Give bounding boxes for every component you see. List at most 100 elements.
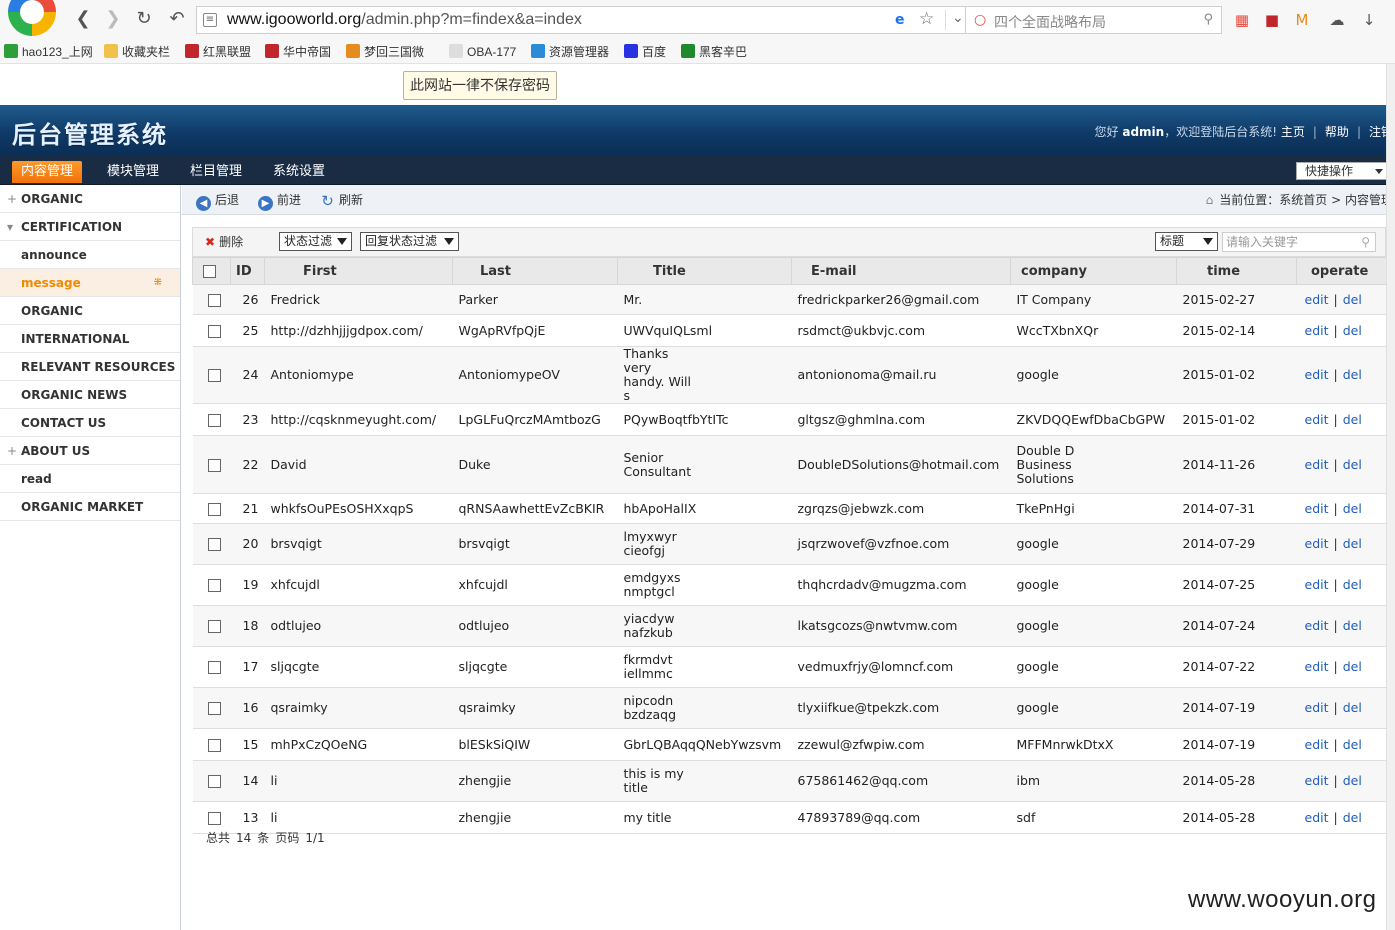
edit-link[interactable]: edit [1305,536,1329,551]
home-link[interactable]: 主页 [1281,125,1305,139]
tab-module-management[interactable]: 模块管理 [98,161,168,183]
sidebar-item-certification[interactable]: ▾ CERTIFICATION [0,213,180,241]
row-checkbox[interactable] [207,775,221,788]
row-checkbox[interactable] [207,661,221,674]
keyword-input[interactable]: 请输入关键字 ⚲ [1222,232,1376,252]
quick-actions-select[interactable]: 快捷操作 [1296,162,1392,180]
sidebar-item-relevant-resources[interactable]: RELEVANT RESOURCES [0,353,180,381]
sidebar-item-international[interactable]: INTERNATIONAL [0,325,180,353]
delete-link[interactable]: del [1343,773,1362,788]
delete-link[interactable]: del [1343,292,1362,307]
sidebar-item-organic-2[interactable]: ORGANIC [0,297,180,325]
column-header-last[interactable]: Last [452,257,618,285]
bookmark-honghei[interactable]: 红黑联盟 [185,42,251,62]
delete-link[interactable]: del [1343,659,1362,674]
forward-arrow-icon[interactable]: ❯ [102,8,124,30]
edit-link[interactable]: edit [1305,810,1329,825]
search-icon[interactable]: ⚲ [1203,12,1213,27]
bookmark-hao123[interactable]: hao123_上网 [4,42,93,62]
row-checkbox[interactable] [207,702,221,715]
row-checkbox[interactable] [207,811,221,825]
edit-link[interactable]: edit [1305,367,1329,382]
status-filter-select[interactable]: 状态过滤 [279,232,352,251]
undo-icon[interactable]: ↶ [166,8,188,30]
delete-link[interactable]: del [1343,367,1362,382]
edit-link[interactable]: edit [1305,577,1329,592]
select-all-checkbox[interactable] [203,264,216,278]
row-checkbox[interactable] [207,579,221,592]
bookmark-heike[interactable]: 黑客辛巴 [681,42,747,62]
edit-link[interactable]: edit [1305,292,1329,307]
column-header-id[interactable]: ID [230,257,265,285]
search-field-select[interactable]: 标题 [1155,232,1218,251]
row-checkbox[interactable] [207,502,221,516]
reply-status-filter-select[interactable]: 回复状态过滤 [360,232,459,251]
row-checkbox[interactable] [207,369,221,382]
back-arrow-icon[interactable]: ❮ [72,8,94,30]
ie-mode-icon[interactable]: e [895,12,905,28]
row-checkbox[interactable] [207,324,221,338]
sidebar-item-organic-market[interactable]: ORGANIC MARKET [0,493,180,521]
password-tip[interactable]: 此网站一律不保存密码 [403,71,557,100]
sidebar-item-read[interactable]: read [0,465,180,493]
delete-link[interactable]: del [1343,700,1362,715]
search-icon[interactable]: ⚲ [1361,233,1370,251]
back-button[interactable]: ◀ 后退 [196,191,239,211]
bookmark-huazhong[interactable]: 华中帝国 [265,42,331,62]
column-header-email[interactable]: E-mail [791,257,1011,285]
column-header-first[interactable]: First [264,257,453,285]
bookmark-oba[interactable]: OBA-177 [449,42,516,62]
help-link[interactable]: 帮助 [1325,125,1349,139]
edit-link[interactable]: edit [1305,457,1329,472]
forward-button[interactable]: ▶ 前进 [258,191,301,211]
page-scrollbar[interactable] [1386,64,1395,930]
sidebar-item-organic-news[interactable]: ORGANIC NEWS [0,381,180,409]
sidebar-item-message[interactable]: message ⁜ [0,269,180,297]
breadcrumb-home[interactable]: 系统首页 [1279,193,1327,207]
row-checkbox[interactable] [207,620,221,633]
cloud-icon[interactable]: ☁ [1327,10,1347,30]
download-icon[interactable]: ↓ [1359,10,1379,30]
browser-search-box[interactable]: ○ 四个全面战略布局 ⚲ [966,6,1222,34]
delete-link[interactable]: del [1343,577,1362,592]
edit-link[interactable]: edit [1305,737,1329,752]
row-checkbox[interactable] [207,293,221,307]
edit-link[interactable]: edit [1305,618,1329,633]
delete-link[interactable]: del [1343,501,1362,516]
address-bar[interactable]: ≡ www.igooworld.org/admin.php?m=findex&a… [196,6,966,34]
row-checkbox[interactable] [207,458,221,472]
edit-link[interactable]: edit [1305,773,1329,788]
tab-system-settings[interactable]: 系统设置 [264,161,334,183]
apps-grid-icon[interactable]: ▦ [1232,10,1252,30]
bookmark-baidu[interactable]: 百度 [624,42,666,62]
row-checkbox[interactable] [207,738,221,752]
row-checkbox[interactable] [207,538,221,551]
tab-column-management[interactable]: 栏目管理 [181,161,251,183]
delete-link[interactable]: del [1343,412,1362,427]
delete-link[interactable]: del [1343,457,1362,472]
favorite-star-icon[interactable]: ☆ [919,9,934,29]
row-checkbox[interactable] [207,413,221,427]
bookmark-favorites-bar[interactable]: 收藏夹栏 [104,42,170,62]
sidebar-item-contact-us[interactable]: CONTACT US [0,409,180,437]
sidebar-item-about-us[interactable]: + ABOUT US [0,437,180,465]
delete-button[interactable]: ✖ 删除 [205,232,243,252]
column-header-title[interactable]: Title [617,257,792,285]
sidebar-item-organic[interactable]: + ORGANIC [0,185,180,213]
edit-link[interactable]: edit [1305,501,1329,516]
sogou-icon[interactable]: ■ [1262,10,1282,30]
edit-link[interactable]: edit [1305,412,1329,427]
edit-link[interactable]: edit [1305,700,1329,715]
delete-link[interactable]: del [1343,737,1362,752]
refresh-button[interactable]: ↻ 刷新 [320,191,363,209]
delete-link[interactable]: del [1343,618,1362,633]
bookmark-menghui[interactable]: 梦回三国微 [346,42,424,62]
mail-icon[interactable]: M [1292,10,1312,30]
delete-link[interactable]: del [1343,810,1362,825]
delete-link[interactable]: del [1343,323,1362,338]
column-header-time[interactable]: time [1176,257,1297,285]
browser-logo-icon[interactable] [8,0,56,36]
sidebar-item-announce[interactable]: announce [0,241,180,269]
edit-link[interactable]: edit [1305,323,1329,338]
column-header-company[interactable]: company [1010,257,1177,285]
